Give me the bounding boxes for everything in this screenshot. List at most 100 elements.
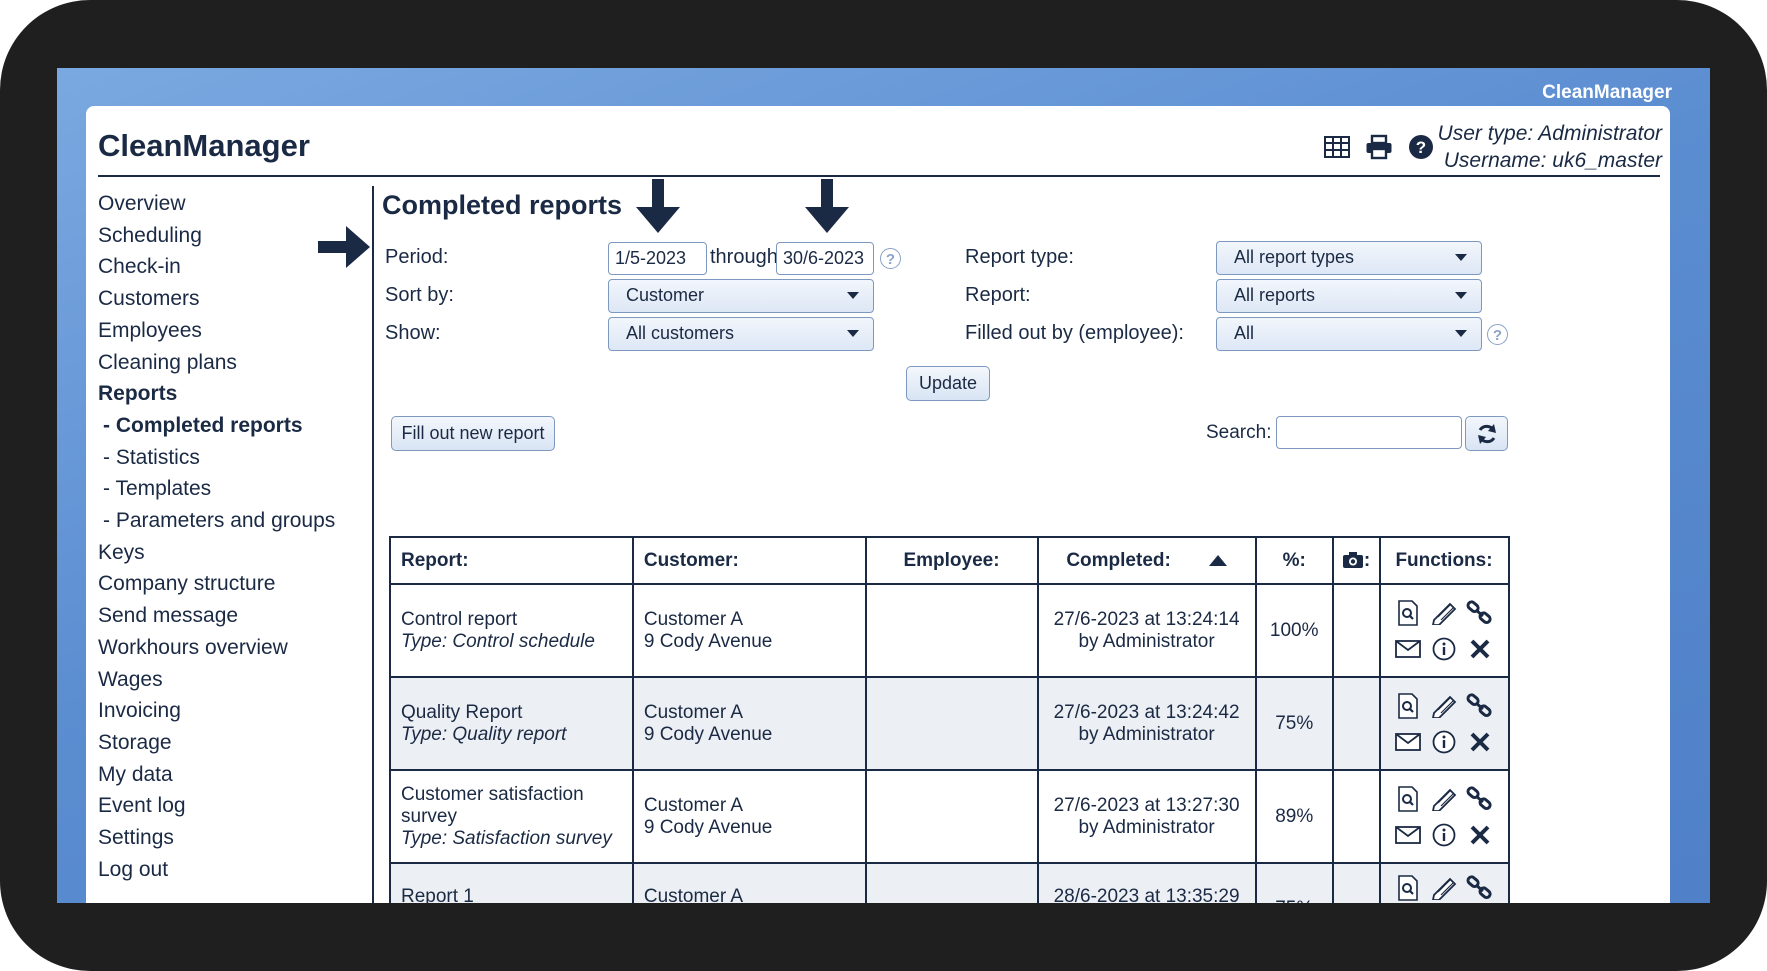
sidebar-item-completed-reports[interactable]: - Completed reports [98,410,358,442]
header-completed[interactable]: Completed: [1036,536,1258,585]
sidebar-item-log-out[interactable]: Log out [98,854,358,886]
sidebar-item-event-log[interactable]: Event log [98,790,358,822]
sidebar-item-cleaning-plans[interactable]: Cleaning plans [98,347,358,379]
customer-address: 9 Cody Avenue [643,723,773,745]
sidebar-item-send-message[interactable]: Send message [98,600,358,632]
app-panel: CleanManager ? User type: Administrator … [86,106,1670,903]
sidebar-item-my-data[interactable]: My data [98,759,358,791]
reports-table: Report: Customer: Employee: Completed: %… [389,536,1510,903]
delete-icon[interactable] [1462,821,1498,849]
header-report[interactable]: Report: [389,536,634,585]
show-select[interactable]: All customers [608,317,874,351]
info-icon[interactable] [1426,821,1462,849]
sidebar-item-templates[interactable]: - Templates [98,473,358,505]
annotation-arrow-down-icon [805,179,849,233]
view-report-icon[interactable] [1390,599,1426,627]
main-content: Completed reports Period: through ? Sort… [382,179,1652,903]
report-type: Type: Quality report [401,723,567,745]
functions-icons [1381,599,1507,663]
email-icon[interactable] [1390,821,1426,849]
sidebar-item-parameters-and-groups[interactable]: - Parameters and groups [98,505,358,537]
header-employee[interactable]: Employee: [865,536,1039,585]
photo-cell [1332,769,1382,864]
email-icon[interactable] [1390,728,1426,756]
employee-cell [865,862,1039,903]
sort-ascending-icon [1208,554,1227,566]
chevron-down-icon [1455,330,1467,337]
sidebar-item-storage[interactable]: Storage [98,727,358,759]
sidebar-item-reports[interactable]: Reports [98,378,358,410]
sidebar-item-settings[interactable]: Settings [98,822,358,854]
table-row: Control report Type: Control schedule Cus… [389,583,1510,678]
filled-out-by-select[interactable]: All [1216,317,1482,351]
view-report-icon[interactable] [1390,874,1426,902]
completed-date: 27/6-2023 at 13:27:30 [1053,794,1240,816]
customer-name: Customer A [643,794,744,816]
filled-out-help-icon[interactable]: ? [1487,324,1508,345]
header-percent[interactable]: %: [1255,536,1335,585]
view-report-icon[interactable] [1390,692,1426,720]
link-icon[interactable] [1462,874,1498,902]
table-icon[interactable] [1322,132,1352,162]
show-label: Show: [385,322,441,344]
customer-name: Customer A [643,886,744,903]
period-from-input[interactable] [608,242,707,275]
completed-date: 27/6-2023 at 13:24:14 [1053,608,1240,630]
view-report-icon[interactable] [1390,785,1426,813]
print-icon[interactable] [1364,132,1394,162]
edit-icon[interactable] [1426,692,1462,720]
functions-cell [1379,862,1510,903]
info-icon[interactable] [1426,728,1462,756]
sidebar-item-customers[interactable]: Customers [98,283,358,315]
delete-icon[interactable] [1462,635,1498,663]
period-help-icon[interactable]: ? [880,248,901,269]
header-icons: ? [1322,132,1436,162]
sidebar-item-keys[interactable]: Keys [98,537,358,569]
sidebar-item-invoicing[interactable]: Invoicing [98,695,358,727]
page-title: Completed reports [382,190,623,220]
report-label: Report: [965,284,1031,306]
report-cell: Report 1 [389,862,634,903]
search-input[interactable] [1276,416,1462,449]
report-type: Type: Satisfaction survey [401,827,612,849]
link-icon[interactable] [1462,692,1498,720]
search-label: Search: [1206,422,1272,443]
help-icon[interactable]: ? [1406,132,1436,162]
delete-icon[interactable] [1462,728,1498,756]
completed-by: by Administrator [1078,630,1215,652]
title-divider [98,175,1660,177]
update-button[interactable]: Update [906,366,990,401]
email-icon[interactable] [1390,635,1426,663]
edit-icon[interactable] [1426,785,1462,813]
sidebar-item-wages[interactable]: Wages [98,664,358,696]
header-customer[interactable]: Customer: [631,536,868,585]
period-to-input[interactable] [776,242,874,275]
edit-icon[interactable] [1426,874,1462,902]
browser-viewport: CleanManager CleanManager ? User type: A… [57,68,1710,903]
report-select[interactable]: All reports [1216,279,1482,313]
sidebar-item-statistics[interactable]: - Statistics [98,442,358,474]
sidebar-item-overview[interactable]: Overview [98,188,358,220]
sidebar-item-company-structure[interactable]: Company structure [98,568,358,600]
customer-address: 9 Cody Avenue [643,816,773,838]
header-photo[interactable]: : [1332,536,1382,585]
edit-icon[interactable] [1426,599,1462,627]
sidebar-item-employees[interactable]: Employees [98,315,358,347]
link-icon[interactable] [1462,785,1498,813]
sort-by-select[interactable]: Customer [608,279,874,313]
refresh-button[interactable] [1465,416,1508,451]
svg-text:?: ? [1416,138,1426,157]
info-icon[interactable] [1426,635,1462,663]
customer-cell: Customer A9 Cody Avenue [631,583,868,678]
percent-cell: 75% [1255,676,1335,771]
functions-cell [1379,676,1510,771]
report-type-select[interactable]: All report types [1216,241,1482,275]
completed-by: by Administrator [1078,723,1215,745]
refresh-icon [1477,424,1496,444]
link-icon[interactable] [1462,599,1498,627]
table-header-row: Report: Customer: Employee: Completed: %… [389,536,1510,585]
fill-out-new-report-button[interactable]: Fill out new report [391,416,555,451]
filled-out-by-label: Filled out by (employee): [965,322,1184,344]
sort-by-label: Sort by: [385,284,454,306]
sidebar-item-workhours-overview[interactable]: Workhours overview [98,632,358,664]
